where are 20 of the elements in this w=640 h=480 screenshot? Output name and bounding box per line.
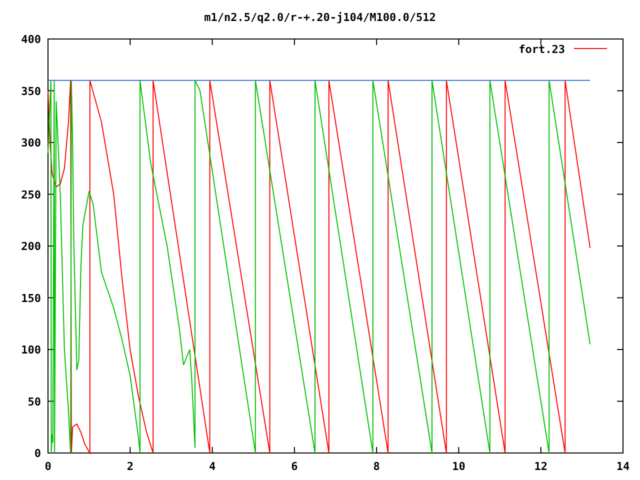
axis-tick-label: 14 bbox=[616, 460, 630, 473]
legend-line bbox=[574, 48, 608, 49]
axis-tick-label: 4 bbox=[208, 460, 216, 473]
axis-tick-label: 0 bbox=[44, 460, 52, 473]
axis-tick-label: 400 bbox=[21, 33, 41, 46]
axis-tick-label: 150 bbox=[21, 292, 41, 305]
legend-label: fort.23 bbox=[518, 43, 565, 56]
axis-tick-label: 2 bbox=[126, 460, 134, 473]
axis-tick-label: 12 bbox=[534, 460, 548, 473]
axis-tick-label: 200 bbox=[21, 240, 41, 253]
axis-tick-label: 100 bbox=[21, 344, 41, 356]
axis-tick-label: 350 bbox=[21, 84, 41, 98]
axis-tick-label: 8 bbox=[373, 460, 380, 473]
axis-tick-label: 6 bbox=[291, 460, 298, 473]
axis-tick-label: 50 bbox=[28, 395, 41, 408]
axis-tick-label: 300 bbox=[21, 136, 41, 150]
chart-title: m1/n2.5/q2.0/r-+.20-j104/M100.0/512 bbox=[204, 11, 436, 24]
axis-tick-label: 0 bbox=[34, 447, 41, 460]
axis-tick-label: 10 bbox=[452, 460, 466, 473]
axis-tick-label: 250 bbox=[21, 188, 41, 202]
